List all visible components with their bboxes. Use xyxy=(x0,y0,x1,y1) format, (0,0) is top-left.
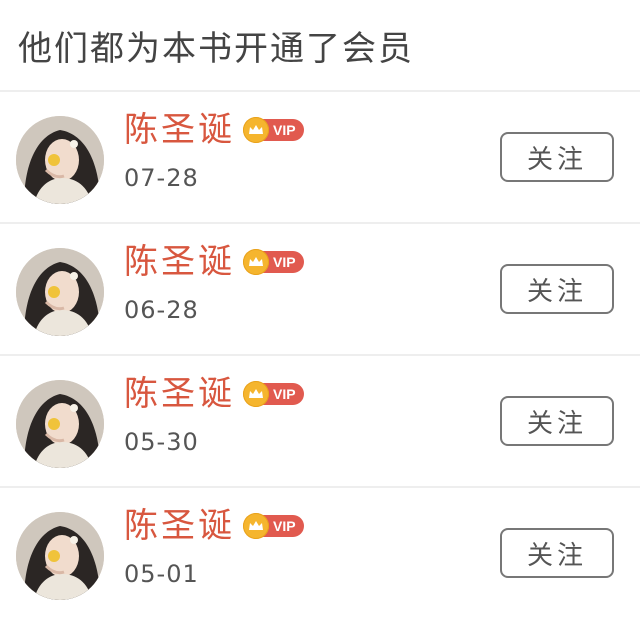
member-name[interactable]: 陈圣诞 xyxy=(124,110,235,150)
avatar[interactable] xyxy=(16,116,104,204)
avatar[interactable] xyxy=(16,512,104,600)
section-title: 他们都为本书开通了会员 xyxy=(18,28,414,69)
member-name[interactable]: 陈圣诞 xyxy=(124,242,235,282)
vip-badge: VIP xyxy=(243,249,304,275)
follow-button[interactable]: 关注 xyxy=(500,132,614,182)
list-item: 陈圣诞 VIP 05-01 关注 xyxy=(0,488,640,620)
avatar-photo-icon xyxy=(16,512,104,600)
list-item: 陈圣诞 VIP 05-30 关注 xyxy=(0,356,640,488)
crown-icon xyxy=(243,117,269,143)
crown-icon xyxy=(243,249,269,275)
name-line: 陈圣诞 VIP xyxy=(124,110,304,150)
vip-badge: VIP xyxy=(243,117,304,143)
avatar[interactable] xyxy=(16,380,104,468)
join-date: 06-28 xyxy=(124,296,199,324)
follow-button[interactable]: 关注 xyxy=(500,264,614,314)
name-line: 陈圣诞 VIP xyxy=(124,242,304,282)
avatar[interactable] xyxy=(16,248,104,336)
vip-badge: VIP xyxy=(243,513,304,539)
vip-badge: VIP xyxy=(243,381,304,407)
join-date: 05-01 xyxy=(124,560,199,588)
join-date: 07-28 xyxy=(124,164,199,192)
name-line: 陈圣诞 VIP xyxy=(124,506,304,546)
avatar-photo-icon xyxy=(16,380,104,468)
avatar-photo-icon xyxy=(16,248,104,336)
avatar-photo-icon xyxy=(16,116,104,204)
follow-button[interactable]: 关注 xyxy=(500,396,614,446)
member-name[interactable]: 陈圣诞 xyxy=(124,506,235,546)
name-line: 陈圣诞 VIP xyxy=(124,374,304,414)
crown-icon xyxy=(243,381,269,407)
member-list: 陈圣诞 VIP 07-28 关注 陈圣诞 VIP 06-28 关注 陈圣诞 VI… xyxy=(0,92,640,620)
list-item: 陈圣诞 VIP 07-28 关注 xyxy=(0,92,640,224)
list-item: 陈圣诞 VIP 06-28 关注 xyxy=(0,224,640,356)
member-name[interactable]: 陈圣诞 xyxy=(124,374,235,414)
join-date: 05-30 xyxy=(124,428,199,456)
follow-button[interactable]: 关注 xyxy=(500,528,614,578)
section-header: 他们都为本书开通了会员 xyxy=(0,0,640,92)
crown-icon xyxy=(243,513,269,539)
